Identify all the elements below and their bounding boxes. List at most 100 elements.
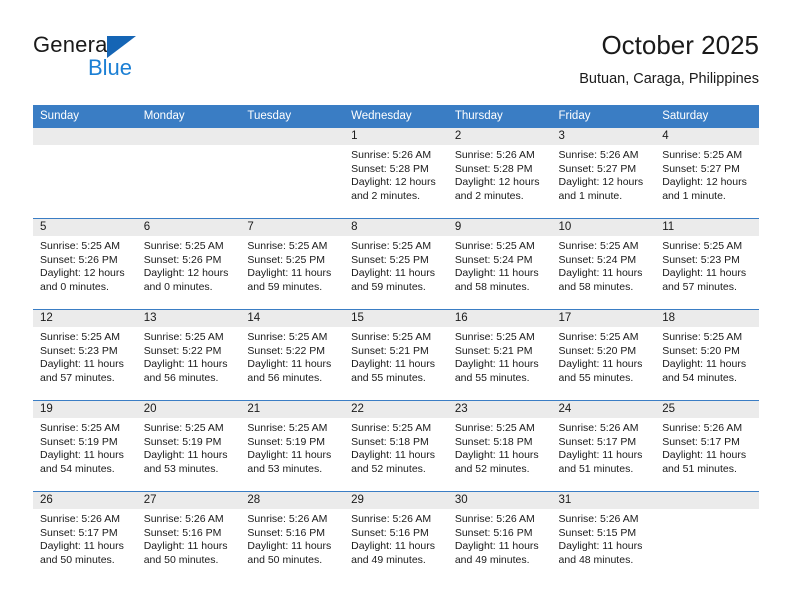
day-cell-inner: 17 Sunrise: 5:25 AM Sunset: 5:20 PM Dayligh… <box>551 310 656 400</box>
sunset-text: Sunset: 5:22 PM <box>247 344 326 357</box>
calendar-day-cell[interactable]: 17 Sunrise: 5:25 AM Sunset: 5:20 PM Dayligh… <box>551 309 656 401</box>
day-cell-inner <box>240 128 345 218</box>
calendar-day-cell[interactable]: 11 Sunrise: 5:25 AM Sunset: 5:23 PM Dayligh… <box>655 218 759 310</box>
day-cell-inner: 21 Sunrise: 5:25 AM Sunset: 5:19 PM Dayligh… <box>240 401 345 491</box>
calendar-day-cell[interactable]: 1 Sunrise: 5:26 AM Sunset: 5:28 PM Daylight… <box>344 127 448 219</box>
calendar-day-cell[interactable]: 29 Sunrise: 5:26 AM Sunset: 5:16 PM Dayligh… <box>344 491 448 582</box>
calendar-day-cell[interactable]: 18 Sunrise: 5:25 AM Sunset: 5:20 PM Dayligh… <box>655 309 759 401</box>
weekday-header-wednesday: Wednesday <box>344 105 448 128</box>
calendar-week-row: 1 Sunrise: 5:26 AM Sunset: 5:28 PM Daylight… <box>33 127 759 219</box>
calendar-day-cell[interactable]: 14 Sunrise: 5:25 AM Sunset: 5:22 PM Dayligh… <box>240 309 345 401</box>
daylight-text-line1: Daylight: 12 hours <box>662 176 747 189</box>
calendar-day-cell[interactable]: 26 Sunrise: 5:26 AM Sunset: 5:17 PM Dayligh… <box>33 491 137 582</box>
sunset-text: Sunset: 5:16 PM <box>351 526 429 539</box>
daylight-text-line1: Daylight: 11 hours <box>143 540 228 553</box>
sunrise-text: Sunrise: 5:26 AM <box>662 422 743 434</box>
sunrise-text: Sunrise: 5:26 AM <box>454 513 535 525</box>
calendar-day-cell[interactable]: 8 Sunrise: 5:25 AM Sunset: 5:25 PM Daylight… <box>344 218 448 310</box>
day-details: Sunrise: 5:26 AM Sunset: 5:17 PM Daylight:… <box>552 418 656 476</box>
sunset-text: Sunset: 5:21 PM <box>351 344 429 357</box>
day-cell-inner: 15 Sunrise: 5:25 AM Sunset: 5:21 PM Dayligh… <box>344 310 448 400</box>
weekday-header-tuesday: Tuesday <box>240 105 345 128</box>
day-details: Sunrise: 5:25 AM Sunset: 5:24 PM Daylight:… <box>448 236 552 294</box>
calendar-grid: Sunday Monday Tuesday Wednesday Thursday… <box>33 105 759 582</box>
weekday-header-thursday: Thursday <box>447 105 552 128</box>
daylight-text-line1: Daylight: 11 hours <box>351 267 435 280</box>
sunset-text: Sunset: 5:18 PM <box>454 435 533 448</box>
calendar-day-cell[interactable]: 25 Sunrise: 5:26 AM Sunset: 5:17 PM Dayligh… <box>655 400 759 492</box>
daylight-text-line2: and 49 minutes. <box>351 553 426 566</box>
calendar-body: 1 Sunrise: 5:26 AM Sunset: 5:28 PM Daylight… <box>33 127 759 582</box>
daylight-text-line2: and 2 minutes. <box>351 189 420 202</box>
calendar-day-cell[interactable]: 27 Sunrise: 5:26 AM Sunset: 5:16 PM Dayligh… <box>136 491 241 582</box>
sunrise-text: Sunrise: 5:25 AM <box>143 422 224 434</box>
general-blue-logo: General Blue <box>33 32 273 94</box>
sunrise-text: Sunrise: 5:25 AM <box>558 240 639 252</box>
calendar-day-cell[interactable]: 24 Sunrise: 5:26 AM Sunset: 5:17 PM Dayligh… <box>551 400 656 492</box>
day-cell-inner: 26 Sunrise: 5:26 AM Sunset: 5:17 PM Dayligh… <box>33 492 137 582</box>
daylight-text-line1: Daylight: 11 hours <box>454 449 539 462</box>
day-number: 13 <box>136 310 241 327</box>
calendar-day-cell[interactable]: 20 Sunrise: 5:25 AM Sunset: 5:19 PM Dayligh… <box>136 400 241 492</box>
sunset-text: Sunset: 5:19 PM <box>143 435 222 448</box>
daylight-text-line2: and 59 minutes. <box>351 280 426 293</box>
calendar-day-cell[interactable]: 28 Sunrise: 5:26 AM Sunset: 5:16 PM Dayligh… <box>240 491 345 582</box>
day-cell-inner: 28 Sunrise: 5:26 AM Sunset: 5:16 PM Dayligh… <box>240 492 345 582</box>
daylight-text-line2: and 58 minutes. <box>454 280 530 293</box>
day-number: 16 <box>447 310 552 327</box>
day-details: Sunrise: 5:25 AM Sunset: 5:22 PM Daylight:… <box>137 327 241 385</box>
calendar-day-cell[interactable]: 16 Sunrise: 5:25 AM Sunset: 5:21 PM Dayligh… <box>447 309 552 401</box>
day-number: 28 <box>240 492 345 509</box>
calendar-day-cell[interactable]: 19 Sunrise: 5:25 AM Sunset: 5:19 PM Dayligh… <box>33 400 137 492</box>
calendar-day-cell[interactable]: 5 Sunrise: 5:25 AM Sunset: 5:26 PM Daylight… <box>33 218 137 310</box>
calendar-day-cell[interactable]: 3 Sunrise: 5:26 AM Sunset: 5:27 PM Daylight… <box>551 127 656 219</box>
daylight-text-line1: Daylight: 11 hours <box>351 358 435 371</box>
sunset-text: Sunset: 5:17 PM <box>558 435 637 448</box>
day-number: 25 <box>655 401 759 418</box>
daylight-text-line2: and 2 minutes. <box>454 189 524 202</box>
daylight-text-line1: Daylight: 11 hours <box>662 449 747 462</box>
calendar-day-cell[interactable]: 30 Sunrise: 5:26 AM Sunset: 5:16 PM Dayligh… <box>447 491 552 582</box>
sunset-text: Sunset: 5:24 PM <box>558 253 637 266</box>
day-cell-inner: 29 Sunrise: 5:26 AM Sunset: 5:16 PM Dayligh… <box>344 492 448 582</box>
sunset-text: Sunset: 5:27 PM <box>662 162 740 175</box>
sunrise-text: Sunrise: 5:25 AM <box>40 331 120 343</box>
daylight-text-line2: and 57 minutes. <box>662 280 737 293</box>
sunrise-text: Sunrise: 5:26 AM <box>40 513 120 525</box>
day-details: Sunrise: 5:26 AM Sunset: 5:16 PM Daylight:… <box>344 509 448 567</box>
calendar-day-cell[interactable]: 2 Sunrise: 5:26 AM Sunset: 5:28 PM Daylight… <box>447 127 552 219</box>
day-details: Sunrise: 5:26 AM Sunset: 5:16 PM Daylight:… <box>448 509 552 567</box>
calendar-day-cell[interactable]: 12 Sunrise: 5:25 AM Sunset: 5:23 PM Dayligh… <box>33 309 137 401</box>
day-cell-inner: 14 Sunrise: 5:25 AM Sunset: 5:22 PM Dayligh… <box>240 310 345 400</box>
calendar-day-cell[interactable]: 23 Sunrise: 5:25 AM Sunset: 5:18 PM Dayligh… <box>447 400 552 492</box>
day-cell-inner: 18 Sunrise: 5:25 AM Sunset: 5:20 PM Dayligh… <box>655 310 759 400</box>
day-number: 5 <box>33 219 137 236</box>
calendar-day-cell[interactable]: 4 Sunrise: 5:25 AM Sunset: 5:27 PM Daylight… <box>655 127 759 219</box>
calendar-day-cell[interactable]: 9 Sunrise: 5:25 AM Sunset: 5:24 PM Daylight… <box>447 218 552 310</box>
calendar-day-cell[interactable]: 15 Sunrise: 5:25 AM Sunset: 5:21 PM Dayligh… <box>344 309 448 401</box>
sunrise-text: Sunrise: 5:26 AM <box>143 513 224 525</box>
day-cell-inner <box>655 492 759 582</box>
calendar-day-cell[interactable]: 7 Sunrise: 5:25 AM Sunset: 5:25 PM Daylight… <box>240 218 345 310</box>
calendar-day-cell[interactable]: 13 Sunrise: 5:25 AM Sunset: 5:22 PM Dayligh… <box>136 309 241 401</box>
calendar-day-cell[interactable]: 21 Sunrise: 5:25 AM Sunset: 5:19 PM Dayligh… <box>240 400 345 492</box>
sunrise-text: Sunrise: 5:25 AM <box>662 240 743 252</box>
day-number: 7 <box>240 219 345 236</box>
daylight-text-line1: Daylight: 11 hours <box>40 358 124 371</box>
daylight-text-line1: Daylight: 11 hours <box>454 358 539 371</box>
sunrise-text: Sunrise: 5:25 AM <box>351 331 432 343</box>
day-number: 10 <box>551 219 656 236</box>
daylight-text-line2: and 58 minutes. <box>558 280 634 293</box>
daylight-text-line1: Daylight: 11 hours <box>40 540 124 553</box>
sunset-text: Sunset: 5:17 PM <box>40 526 118 539</box>
calendar-day-cell[interactable]: 31 Sunrise: 5:26 AM Sunset: 5:15 PM Dayligh… <box>551 491 656 582</box>
day-number: 6 <box>136 219 241 236</box>
day-cell-inner: 8 Sunrise: 5:25 AM Sunset: 5:25 PM Daylight… <box>344 219 448 309</box>
calendar-day-cell[interactable]: 6 Sunrise: 5:25 AM Sunset: 5:26 PM Daylight… <box>136 218 241 310</box>
calendar-day-cell[interactable]: 22 Sunrise: 5:25 AM Sunset: 5:18 PM Dayligh… <box>344 400 448 492</box>
day-number: 19 <box>33 401 137 418</box>
day-number: 27 <box>136 492 241 509</box>
calendar-day-cell[interactable]: 10 Sunrise: 5:25 AM Sunset: 5:24 PM Dayligh… <box>551 218 656 310</box>
day-cell-inner: 1 Sunrise: 5:26 AM Sunset: 5:28 PM Daylight… <box>344 128 448 218</box>
day-details: Sunrise: 5:25 AM Sunset: 5:26 PM Daylight:… <box>137 236 241 294</box>
